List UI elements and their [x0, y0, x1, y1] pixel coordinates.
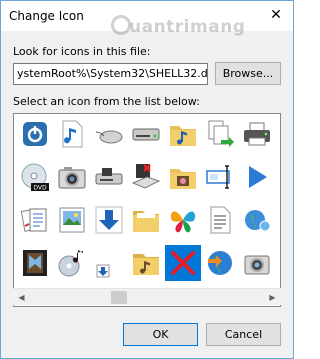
- folder-icon[interactable]: [128, 202, 164, 238]
- close-button[interactable]: ✕: [261, 2, 291, 28]
- globe-arrow-icon[interactable]: [202, 245, 238, 281]
- file-copy-icon[interactable]: [202, 116, 238, 152]
- drive-icon[interactable]: [128, 116, 164, 152]
- ok-button[interactable]: OK: [123, 323, 198, 346]
- play-arrow-icon[interactable]: [239, 159, 275, 195]
- file-label: Look for icons in this file:: [13, 45, 151, 58]
- floppy-drive-icon[interactable]: [91, 159, 127, 195]
- dvd-icon[interactable]: DVD: [17, 159, 53, 195]
- music-folder-icon[interactable]: [165, 116, 201, 152]
- red-x-icon[interactable]: [165, 245, 201, 281]
- power-icon[interactable]: [17, 116, 53, 152]
- browse-button[interactable]: Browse...: [215, 62, 281, 85]
- scroll-thumb[interactable]: [111, 291, 127, 304]
- video-film-icon[interactable]: [17, 245, 53, 281]
- watermark-text: uantrimang: [129, 17, 246, 37]
- music-file-icon[interactable]: [54, 116, 90, 152]
- webcam-icon[interactable]: [239, 245, 275, 281]
- msn-butterfly-icon[interactable]: [165, 202, 201, 238]
- horizontal-scrollbar[interactable]: ◀ ▶: [13, 288, 281, 305]
- music-folder-open-icon[interactable]: [128, 245, 164, 281]
- scroll-left-icon[interactable]: ◀: [13, 289, 30, 306]
- download-small-icon[interactable]: [91, 245, 127, 281]
- svg-text:DVD: DVD: [33, 185, 47, 192]
- icon-list-label: Select an icon from the list below:: [13, 95, 200, 108]
- network-globe-icon[interactable]: [239, 202, 275, 238]
- download-arrow-icon[interactable]: [91, 202, 127, 238]
- file-path-input[interactable]: ystemRoot%\System32\SHELL32.dll: [13, 63, 208, 85]
- no-floppy-icon[interactable]: [128, 159, 164, 195]
- text-file-icon[interactable]: [202, 202, 238, 238]
- scroll-right-icon[interactable]: ▶: [264, 289, 281, 306]
- mouse-icon[interactable]: [91, 116, 127, 152]
- printer-icon[interactable]: [239, 116, 275, 152]
- window-select-icon[interactable]: [202, 159, 238, 195]
- media-folder-icon[interactable]: [165, 159, 201, 195]
- change-icon-dialog: Change Icon uantrimang ✕ Look for icons …: [0, 0, 294, 359]
- picture-frame-icon[interactable]: [54, 202, 90, 238]
- dialog-title: Change Icon: [9, 9, 84, 23]
- cancel-button[interactable]: Cancel: [206, 323, 281, 346]
- camera-icon[interactable]: [54, 159, 90, 195]
- documents-icon[interactable]: [17, 202, 53, 238]
- music-cd-icon[interactable]: [54, 245, 90, 281]
- watermark-logo: [111, 15, 131, 35]
- icon-list[interactable]: DVD: [13, 113, 281, 307]
- title-bar: Change Icon uantrimang ✕: [1, 1, 293, 37]
- close-icon: ✕: [270, 7, 282, 23]
